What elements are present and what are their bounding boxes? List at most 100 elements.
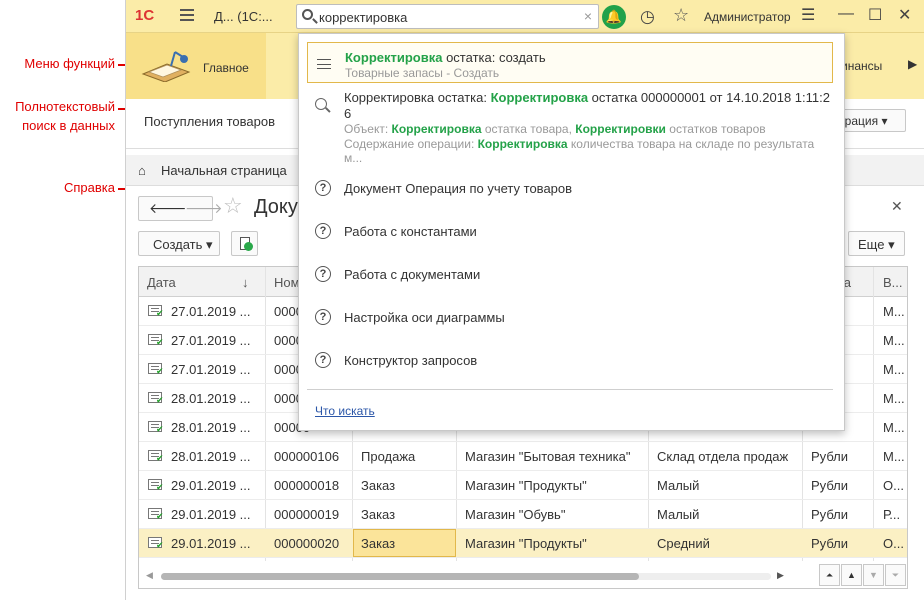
cell-op: Продажа: [361, 449, 416, 464]
cell-last: Р...: [883, 507, 901, 522]
minimize-icon[interactable]: —: [838, 5, 854, 23]
cell-num: 000000019: [274, 507, 340, 522]
search-icon: [302, 9, 313, 20]
notifications-bell-icon[interactable]: 🔔: [602, 5, 626, 29]
settings-lines-icon[interactable]: ☰: [801, 5, 815, 25]
cell-cur: Рубли: [811, 478, 849, 493]
last-page-icon[interactable]: ⏷: [885, 564, 906, 586]
table-row[interactable]: 29.01.2019 ... 000000020 Заказ Магазин "Про…: [139, 529, 907, 558]
cell-cur: Рубли: [811, 507, 849, 522]
posted-document-icon: [148, 305, 164, 319]
cell-last: М...: [883, 420, 905, 435]
page-down-icon[interactable]: ▼: [863, 564, 884, 586]
cell-date: 28.01.2019 ...: [171, 449, 251, 464]
cell-wh: Малый: [657, 507, 700, 522]
column-header-8[interactable]: В...: [883, 275, 903, 290]
cell-date: 28.01.2019 ...: [171, 420, 251, 435]
user-name[interactable]: Администратор: [704, 10, 791, 24]
add-copy-button[interactable]: [231, 231, 258, 256]
more-label: Еще: [858, 237, 885, 252]
scroll-left-icon[interactable]: ◀: [146, 570, 153, 581]
table-row[interactable]: 29.01.2019 ... 000000019 Заказ Магазин "Обу…: [139, 500, 907, 529]
result-subtitle: Товарные запасы - Создать: [345, 66, 500, 80]
help-question-icon: ?: [315, 309, 331, 325]
create-button[interactable]: Создать ▾: [138, 231, 220, 256]
create-label: Создать: [153, 237, 203, 252]
favorites-star-icon[interactable]: ☆: [673, 5, 689, 26]
back-arrow-icon[interactable]: 🡐: [149, 200, 187, 217]
cell-last: О...: [883, 478, 904, 493]
annotation-help: Справка: [64, 180, 115, 195]
search-box[interactable]: корректировка ×: [296, 4, 599, 29]
cell-date: 27.01.2019 ...: [171, 362, 251, 377]
maximize-icon[interactable]: ☐: [868, 5, 882, 25]
close-window-icon[interactable]: ✕: [898, 5, 911, 25]
main-menu-icon[interactable]: [180, 9, 194, 21]
result-content: Содержание операции: Корректировка колич…: [344, 137, 815, 151]
table-row[interactable]: 29.01.2019 ... 000000018 Заказ Магазин "Про…: [139, 471, 907, 500]
cell-date: 29.01.2019 ...: [171, 536, 251, 551]
cell-op: Заказ: [361, 478, 396, 493]
sort-down-icon[interactable]: ↓: [242, 275, 249, 290]
nav-buttons: 🡐 🡒: [138, 196, 223, 221]
posted-document-icon: [148, 508, 164, 522]
forward-arrow-icon[interactable]: 🡒: [185, 200, 223, 217]
list-navigation: ⏶ ▲ ▼ ⏷: [819, 564, 907, 586]
result-object: Объект: Корректировка остатка товара, Ко…: [344, 122, 766, 136]
result-title: Корректировка остатка: создать: [345, 50, 546, 65]
posted-document-icon: [148, 392, 164, 406]
app-logo: 1С: [135, 7, 155, 24]
form-close-icon[interactable]: ✕: [891, 198, 903, 215]
help-question-icon: ?: [315, 352, 331, 368]
first-page-icon[interactable]: ⏶: [819, 564, 840, 586]
horizontal-scrollbar[interactable]: ◀ ▶: [139, 567, 799, 587]
section-finance-label[interactable]: инансы: [841, 59, 882, 73]
search-results-dropdown: Корректировка остатка: создать Товарные …: [298, 33, 845, 431]
posted-document-icon: [148, 334, 164, 348]
result-content-wrap: м...: [344, 151, 363, 165]
cell-num: 000000020: [274, 536, 340, 551]
search-input[interactable]: корректировка: [319, 10, 407, 25]
function-menu-icon: [317, 59, 331, 69]
history-icon[interactable]: ◷: [640, 7, 655, 27]
cell-date: 27.01.2019 ...: [171, 333, 251, 348]
column-header-number[interactable]: Ном: [274, 275, 300, 290]
form-title: Доку: [254, 196, 298, 218]
desk-lamp-icon: [141, 51, 191, 82]
cell-date: 28.01.2019 ...: [171, 391, 251, 406]
result-create-adjustment[interactable]: Корректировка остатка: создать Товарные …: [307, 42, 833, 83]
form-favorite-star-icon[interactable]: ☆: [223, 193, 243, 219]
cell-last: М...: [883, 391, 905, 406]
scroll-thumb[interactable]: [161, 573, 639, 580]
cell-last: М...: [883, 362, 905, 377]
cell-date: 27.01.2019 ...: [171, 304, 251, 319]
cell-num: 000000018: [274, 478, 340, 493]
cell-store: Магазин "Бытовая техника": [465, 449, 631, 464]
result-title: Корректировка остатка: Корректировка ост…: [344, 90, 830, 105]
help-result-label: Документ Операция по учету товаров: [344, 181, 573, 196]
window-title: Д... (1С:...: [214, 9, 273, 24]
what-to-search-link[interactable]: Что искать: [315, 404, 375, 418]
posted-document-icon: [148, 450, 164, 464]
cell-last: М...: [883, 333, 905, 348]
clear-search-icon[interactable]: ×: [584, 8, 592, 24]
more-button[interactable]: Еще ▾: [848, 231, 905, 256]
help-result-label: Настройка оси диаграммы: [344, 310, 505, 325]
help-question-icon: ?: [315, 266, 331, 282]
annotation-fulltext-1: Полнотекстовый: [15, 99, 115, 114]
home-icon: ⌂: [138, 163, 146, 178]
posted-document-icon: [148, 479, 164, 493]
scroll-right-icon[interactable]: ▶: [777, 570, 784, 581]
cell-op: Заказ: [361, 536, 396, 551]
cell-op: Заказ: [361, 507, 396, 522]
cell-wh: Малый: [657, 478, 700, 493]
plus-badge-icon: [244, 242, 253, 251]
cell-num: 000000106: [274, 449, 340, 464]
func-receipts[interactable]: Поступления товаров: [144, 114, 275, 129]
column-header-date[interactable]: Дата: [147, 275, 176, 290]
dropdown-divider: [307, 389, 833, 390]
chevron-right-icon[interactable]: ▶: [908, 57, 917, 71]
table-row[interactable]: 28.01.2019 ... 000000106 Продажа Магазин "Б…: [139, 442, 907, 471]
page-up-icon[interactable]: ▲: [841, 564, 862, 586]
section-main[interactable]: Главное: [126, 33, 266, 99]
